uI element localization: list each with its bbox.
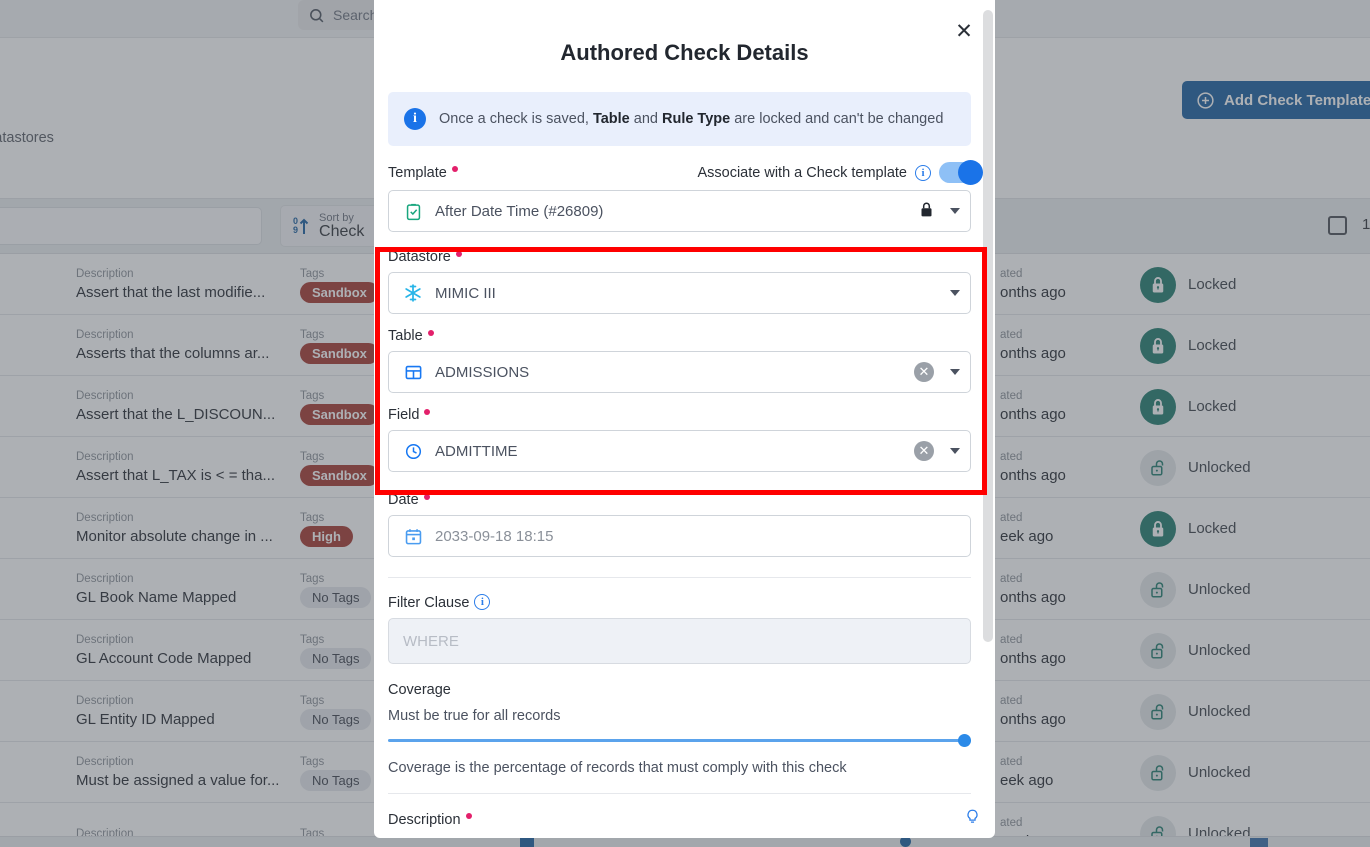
datastore-label: Datastore: [388, 249, 981, 265]
field-label: Field: [388, 407, 981, 423]
calendar-icon[interactable]: [403, 526, 423, 546]
date-input[interactable]: 2033-09-18 18:15: [388, 515, 971, 557]
required-dot: [424, 408, 431, 415]
date-label-text: Date: [388, 492, 419, 508]
coverage-label-text: Coverage: [388, 682, 451, 698]
associate-template-label: Associate with a Check template: [697, 164, 907, 181]
template-label-text: Template: [388, 164, 447, 181]
table-label-text: Table: [388, 328, 423, 344]
coverage-status: Must be true for all records: [388, 708, 561, 724]
description-label-text: Description: [388, 811, 461, 828]
field-value: ADMITTIME: [435, 442, 518, 460]
required-dot: [427, 329, 434, 336]
table-label: Table: [388, 328, 981, 344]
screen: Search cross source datastores Add Check…: [0, 0, 1370, 847]
table-value: ADMISSIONS: [435, 363, 530, 381]
authored-check-details-modal: ✕ Authored Check Details i Once a check …: [374, 0, 995, 838]
description-row-header: Description: [388, 808, 981, 831]
required-dot: [455, 250, 462, 257]
filter-clause-input[interactable]: WHERE: [388, 618, 971, 664]
modal-body: i Once a check is saved, Table and Rule …: [374, 92, 995, 838]
divider: [388, 577, 971, 578]
lightbulb-icon[interactable]: [964, 808, 981, 831]
page-title: Authored Check Details: [560, 40, 809, 65]
toggle-knob: [958, 160, 983, 185]
clock-icon: [403, 441, 423, 461]
required-dot: [451, 166, 458, 172]
modal-scrollbar[interactable]: [983, 10, 993, 642]
coverage-label: Coverage: [388, 682, 981, 698]
banner-bold-rule-type: Rule Type: [661, 111, 731, 127]
field-select[interactable]: ADMITTIME ✕: [388, 430, 971, 472]
clipboard-check-icon: [403, 201, 423, 221]
required-dot: [423, 493, 430, 500]
snowflake-icon: [403, 283, 423, 303]
info-icon[interactable]: i: [915, 164, 931, 181]
filter-clause-label-text: Filter Clause: [388, 594, 470, 611]
banner-text-3: are locked and can't be changed: [730, 111, 944, 127]
chevron-down-icon[interactable]: [950, 208, 960, 214]
clear-circle-icon[interactable]: ✕: [914, 362, 934, 382]
chevron-down-icon[interactable]: [950, 369, 960, 375]
locked-info-banner: i Once a check is saved, Table and Rule …: [388, 92, 971, 146]
lock-icon: [919, 201, 934, 222]
template-value: After Date Time (#26809): [435, 202, 604, 220]
table-icon: [403, 362, 423, 382]
filter-clause-placeholder: WHERE: [403, 632, 459, 650]
template-select[interactable]: After Date Time (#26809): [388, 190, 971, 232]
required-dot: [465, 813, 472, 819]
template-row-header: Template Associate with a Check template…: [388, 160, 983, 185]
field-label-text: Field: [388, 407, 420, 423]
coverage-slider[interactable]: [388, 732, 971, 748]
divider: [388, 793, 971, 794]
clear-circle-icon[interactable]: ✕: [914, 441, 934, 461]
info-icon[interactable]: i: [474, 594, 491, 610]
banner-text-2: and: [629, 111, 662, 127]
chevron-down-icon[interactable]: [950, 290, 960, 296]
datastore-value: MIMIC III: [435, 284, 496, 302]
banner-text-1: Once a check is saved,: [439, 111, 593, 127]
coverage-slider-thumb[interactable]: [958, 733, 971, 747]
coverage-help: Coverage is the percentage of records th…: [388, 760, 847, 776]
table-select[interactable]: ADMISSIONS ✕: [388, 351, 971, 393]
datastore-select[interactable]: MIMIC III: [388, 272, 971, 314]
date-value: 2033-09-18 18:15: [435, 527, 554, 545]
locked-info-text: Once a check is saved, Table and Rule Ty…: [439, 111, 943, 127]
filter-clause-label: Filter Clause i: [388, 594, 981, 611]
chevron-down-icon[interactable]: [950, 448, 960, 454]
template-label: Template: [388, 165, 458, 181]
description-label: Description: [388, 812, 472, 828]
banner-bold-table: Table: [592, 111, 630, 127]
coverage-slider-track: [388, 738, 971, 742]
date-label: Date: [388, 492, 981, 508]
associate-template-control[interactable]: Associate with a Check template i: [697, 160, 983, 185]
associate-template-toggle[interactable]: [939, 160, 983, 185]
datastore-label-text: Datastore: [388, 249, 451, 265]
info-icon: i: [404, 108, 426, 130]
